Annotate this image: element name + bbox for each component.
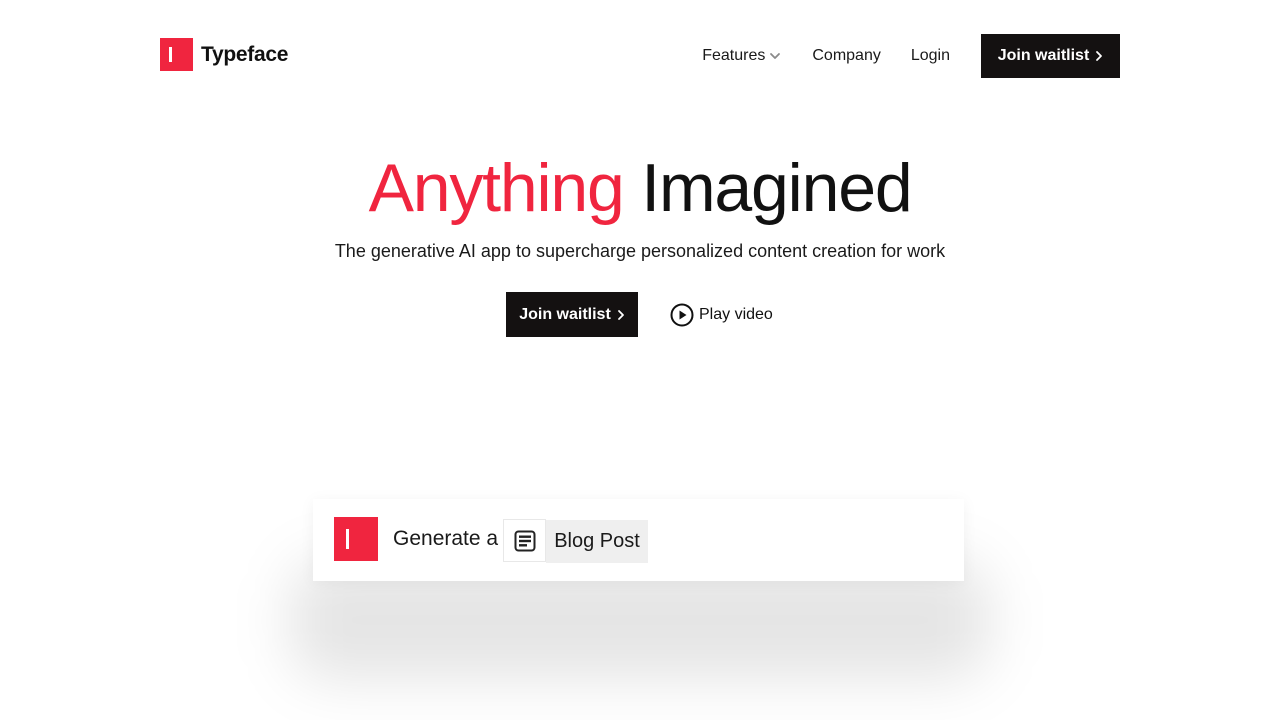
brand-logo-link[interactable]: Typeface [160,38,288,71]
content-type-label: Blog Post [554,530,640,552]
document-icon [503,519,546,562]
landing-page: Typeface Features Company Login Join wai… [0,0,1280,720]
main-nav: Features Company Login Join waitlist [702,34,1120,78]
nav-company-link[interactable]: Company [812,34,880,78]
typeface-logo-icon [160,38,193,71]
hero-title-accent: Anything [368,150,625,226]
nav-features-label: Features [702,47,766,64]
chevron-right-icon [617,309,624,320]
site-header: Typeface Features Company Login Join wai… [160,34,1120,78]
chevron-right-icon [1096,51,1103,61]
hero-join-waitlist-button[interactable]: Join waitlist [506,292,638,337]
hero-actions: Join waitlist Play video [506,292,773,337]
header-join-waitlist-button[interactable]: Join waitlist [981,34,1120,78]
play-circle-icon [670,303,694,326]
demo-prompt-card: Generate a Blog Post [313,499,964,581]
nav-features-menu[interactable]: Features [702,34,781,78]
content-type-chip: Blog Post [546,520,648,563]
play-video-button[interactable]: Play video [670,303,773,327]
hero-title-rest: Imagined [641,150,912,226]
brand-name: Typeface [201,42,289,66]
header-join-waitlist-label: Join waitlist [997,47,1090,64]
nav-login-link[interactable]: Login [911,34,950,78]
demo-prompt-text: Generate a [393,527,499,550]
hero-subtitle: The generative AI app to supercharge per… [334,241,946,261]
hero-title: Anything Imagined [0,148,1280,228]
chevron-down-icon [770,53,781,59]
hero-join-waitlist-label: Join waitlist [519,305,611,323]
play-video-label: Play video [699,305,773,323]
typeface-logo-icon [334,517,378,561]
